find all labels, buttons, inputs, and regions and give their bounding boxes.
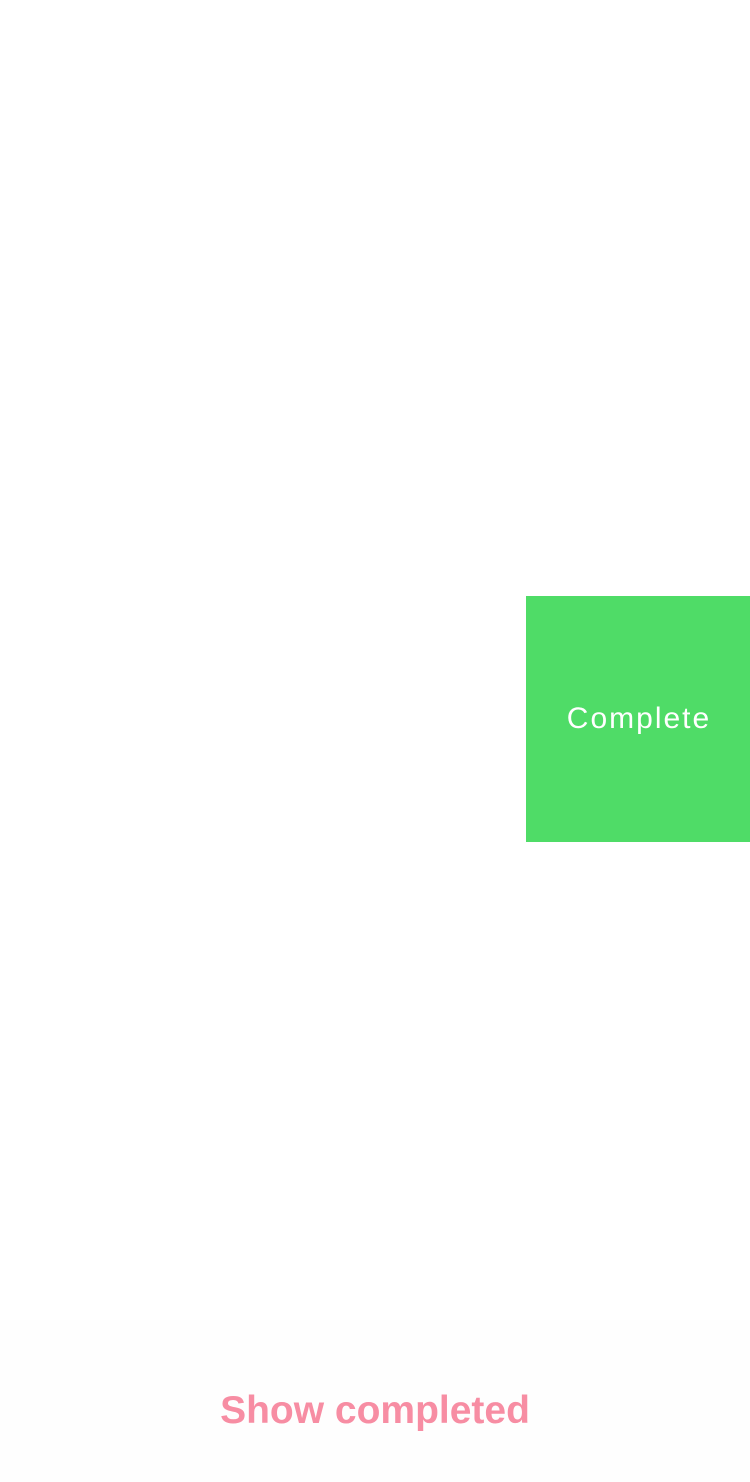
show-completed-label: Show completed	[220, 1389, 530, 1432]
show-completed-button[interactable]: Show completed	[0, 1383, 750, 1439]
task-row-content[interactable]	[0, 596, 526, 842]
swiped-task-row[interactable]: Complete	[0, 596, 750, 842]
complete-button-label: Complete	[566, 702, 712, 735]
app-screen: Complete Show completed	[0, 0, 750, 1482]
complete-button[interactable]: Complete	[526, 596, 750, 842]
